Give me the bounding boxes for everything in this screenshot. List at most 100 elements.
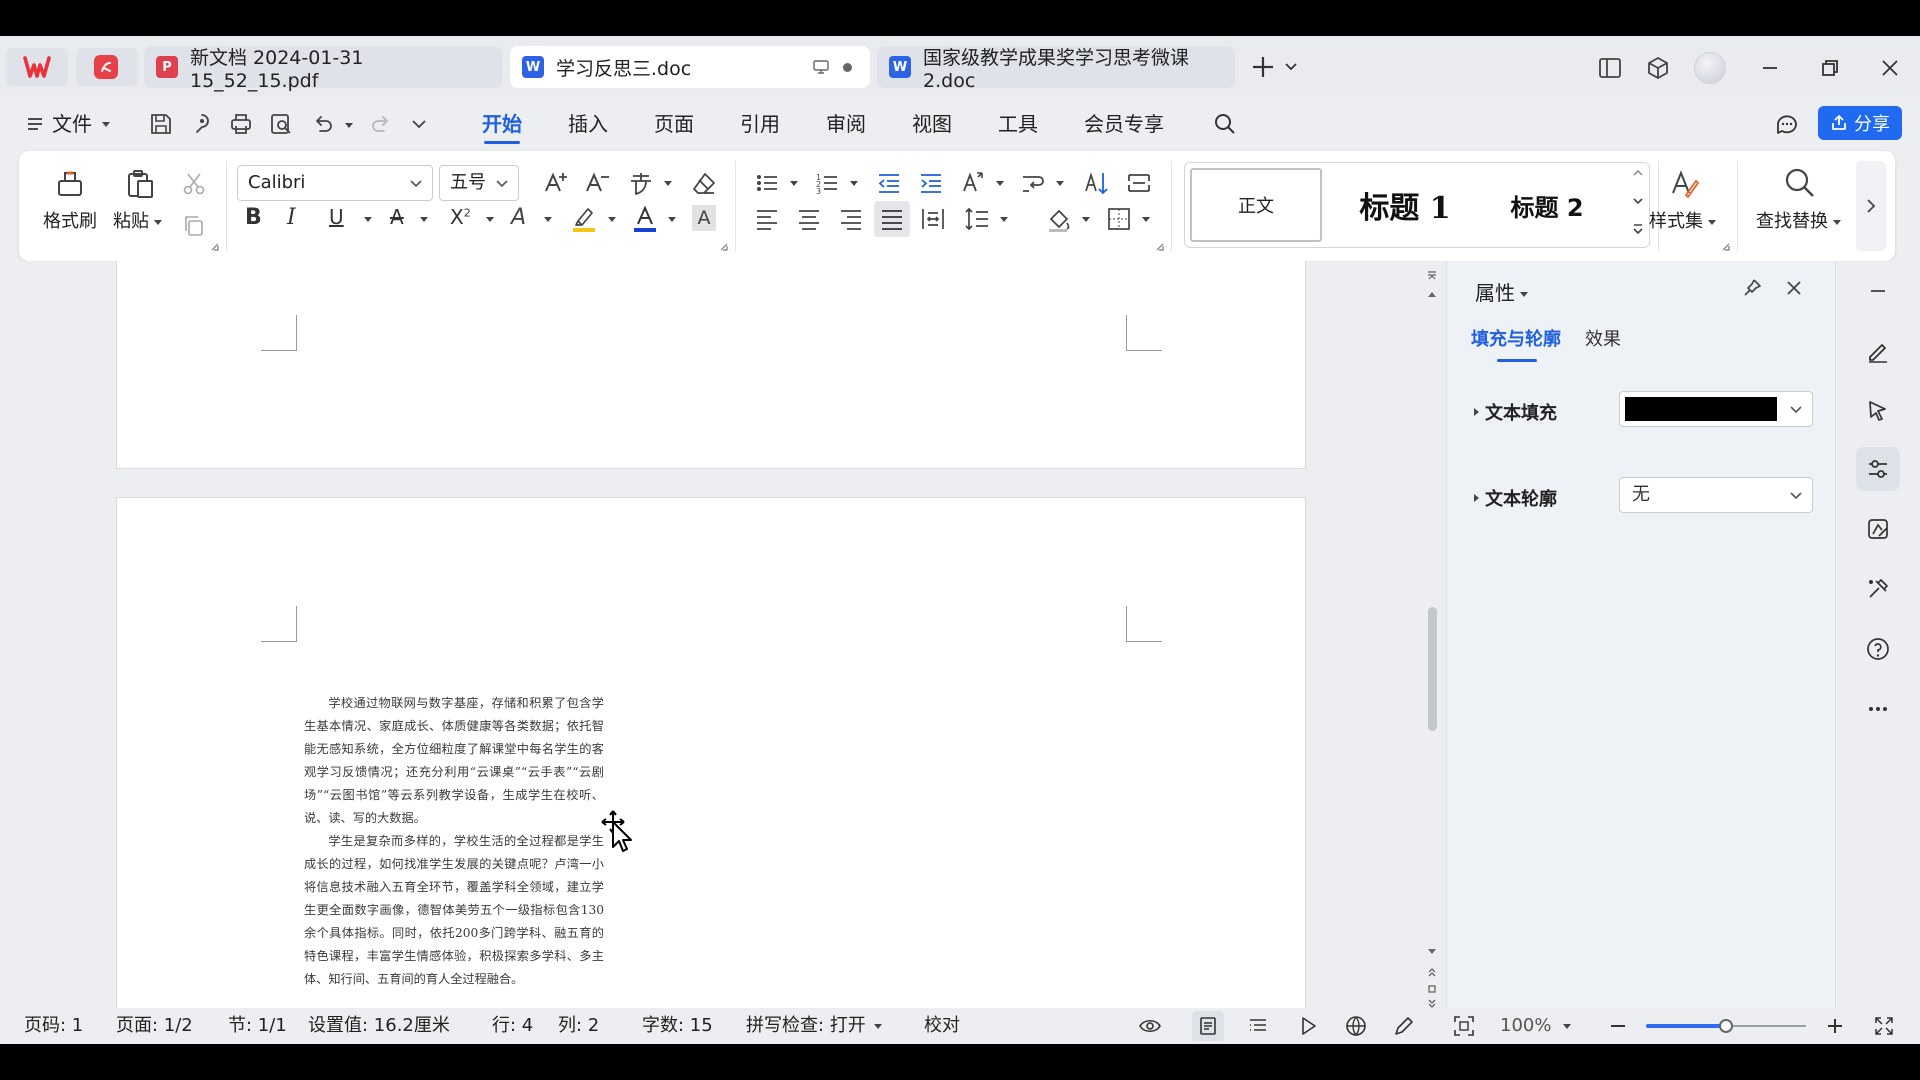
unsaved-dot-icon[interactable]	[843, 63, 852, 72]
text-outline-row[interactable]: 文本轮廓	[1471, 485, 1557, 511]
minimize-icon[interactable]	[1754, 52, 1786, 84]
shading-icon[interactable]	[1045, 205, 1073, 233]
status-proofread[interactable]: 校对	[924, 1008, 960, 1044]
superscript-icon[interactable]: X2	[450, 205, 471, 229]
play-icon[interactable]	[1296, 1014, 1320, 1038]
chevron-down-icon[interactable]	[1082, 217, 1090, 222]
avatar[interactable]	[1694, 52, 1726, 84]
status-page-number[interactable]: 页码: 1	[24, 1008, 83, 1044]
screen-icon[interactable]	[812, 58, 830, 76]
tab-view[interactable]: 视图	[912, 96, 952, 152]
close-icon[interactable]	[1874, 52, 1906, 84]
tab-member[interactable]: 会员专享	[1084, 96, 1164, 152]
font-name-select[interactable]: Calibri	[237, 165, 433, 201]
scroll-thumb[interactable]	[1428, 607, 1437, 731]
bullet-list-icon[interactable]	[753, 169, 781, 197]
tab-reference[interactable]: 引用	[740, 96, 780, 152]
chevron-down-icon[interactable]	[364, 217, 372, 222]
chevron-down-icon[interactable]	[850, 181, 858, 186]
status-word-count[interactable]: 字数: 15	[642, 1008, 713, 1044]
pasted-text-image[interactable]: 学校通过物联网与数字基座，存储和积累了包含学生基本情况、家庭成长、体质健康等各类…	[304, 692, 604, 991]
fullscreen-icon[interactable]	[1872, 1014, 1896, 1038]
style-scroll-down-icon[interactable]	[1631, 195, 1645, 207]
style-set-label[interactable]: 样式集	[1649, 207, 1716, 233]
text-effect-icon[interactable]: A	[511, 205, 526, 230]
strikethrough-icon[interactable]: A	[390, 205, 404, 229]
print-icon[interactable]	[228, 111, 254, 137]
text-direction-icon[interactable]	[959, 169, 987, 197]
zoom-slider[interactable]	[1646, 1019, 1806, 1033]
char-shading-icon[interactable]: A	[692, 205, 716, 231]
chevron-down-icon[interactable]	[664, 181, 672, 186]
scroll-up-icon[interactable]	[1426, 289, 1438, 299]
distribute-icon[interactable]	[919, 205, 947, 233]
text-fill-color-picker[interactable]	[1619, 391, 1813, 427]
zoom-select[interactable]: 100%	[1500, 1008, 1572, 1044]
zoom-in-icon[interactable]	[1823, 1014, 1847, 1038]
chevron-down-icon[interactable]	[420, 217, 428, 222]
numbered-list-icon[interactable]: 123	[813, 169, 841, 197]
style-more-icon[interactable]	[1631, 221, 1645, 237]
phonetic-guide-icon[interactable]	[627, 169, 655, 197]
properties-sliders-icon[interactable]	[1856, 447, 1900, 491]
pdf-app-button[interactable]	[76, 48, 138, 86]
pin-icon[interactable]	[1741, 277, 1763, 299]
comment-icon[interactable]	[1774, 111, 1800, 137]
underline-icon[interactable]: U	[329, 205, 344, 229]
find-replace-icon[interactable]	[1782, 165, 1818, 201]
tab-home[interactable]: 开始	[482, 96, 522, 152]
wps-home-button[interactable]	[6, 48, 68, 86]
eye-protect-icon[interactable]	[1138, 1014, 1162, 1038]
cut-icon[interactable]	[181, 171, 207, 197]
font-color-icon[interactable]	[631, 203, 659, 233]
restore-icon[interactable]	[1814, 52, 1846, 84]
page-view-icon[interactable]	[1192, 1011, 1224, 1041]
text-outline-select[interactable]: 无	[1619, 477, 1813, 513]
tab-list-chevron-icon[interactable]	[1284, 59, 1298, 73]
line-spacing-icon[interactable]	[963, 205, 991, 233]
chevron-down-icon[interactable]	[1056, 181, 1064, 186]
search-icon[interactable]	[1212, 111, 1238, 137]
chevron-down-icon[interactable]	[544, 217, 552, 222]
zoom-slider-knob[interactable]	[1719, 1019, 1733, 1033]
tab-insert[interactable]: 插入	[568, 96, 608, 152]
undo-icon[interactable]	[310, 111, 336, 137]
vertical-scrollbar[interactable]	[1420, 261, 1445, 1008]
prev-page-icon[interactable]	[1426, 966, 1438, 978]
style-set-icon[interactable]	[1667, 167, 1701, 201]
status-section[interactable]: 节: 1/1	[228, 1008, 287, 1044]
status-row[interactable]: 行: 4	[492, 1008, 533, 1044]
format-painter-icon[interactable]	[53, 167, 87, 201]
undo-chevron-icon[interactable]	[345, 123, 353, 128]
font-expand-icon[interactable]	[719, 242, 729, 252]
justify-icon[interactable]	[874, 201, 910, 237]
select-browse-icon[interactable]	[1426, 983, 1438, 995]
clipboard-expand-icon[interactable]	[210, 242, 220, 252]
share-link-icon[interactable]	[188, 111, 214, 137]
file-menu[interactable]: 文件	[26, 96, 110, 152]
print-preview-icon[interactable]	[268, 111, 294, 137]
text-fill-row[interactable]: 文本填充	[1471, 399, 1557, 425]
highlight-icon[interactable]	[570, 203, 598, 233]
zoom-out-icon[interactable]	[1606, 1014, 1630, 1038]
collapse-icon[interactable]	[1856, 269, 1900, 313]
pen-icon[interactable]	[1392, 1014, 1416, 1038]
increase-indent-icon[interactable]	[917, 169, 945, 197]
ribbon-scroll-right[interactable]	[1856, 161, 1886, 251]
page-2[interactable]	[116, 497, 1306, 1008]
paragraph-expand-icon[interactable]	[1155, 242, 1165, 252]
align-left-icon[interactable]	[753, 205, 781, 233]
chevron-down-icon[interactable]	[668, 217, 676, 222]
more-chevron-icon[interactable]	[410, 116, 428, 132]
decrease-indent-icon[interactable]	[875, 169, 903, 197]
tab-effects[interactable]: 效果	[1585, 325, 1621, 351]
help-icon[interactable]	[1856, 627, 1900, 671]
status-column[interactable]: 列: 2	[558, 1008, 599, 1044]
chevron-down-icon[interactable]	[1000, 217, 1008, 222]
outline-view-icon[interactable]	[1246, 1014, 1270, 1038]
chevron-down-icon[interactable]	[608, 217, 616, 222]
tab-active-document[interactable]: W 学习反思三.doc	[510, 46, 870, 88]
format-painter-label[interactable]: 格式刷	[43, 207, 97, 233]
redo-icon[interactable]	[368, 111, 394, 137]
paste-label[interactable]: 粘贴	[113, 207, 162, 233]
